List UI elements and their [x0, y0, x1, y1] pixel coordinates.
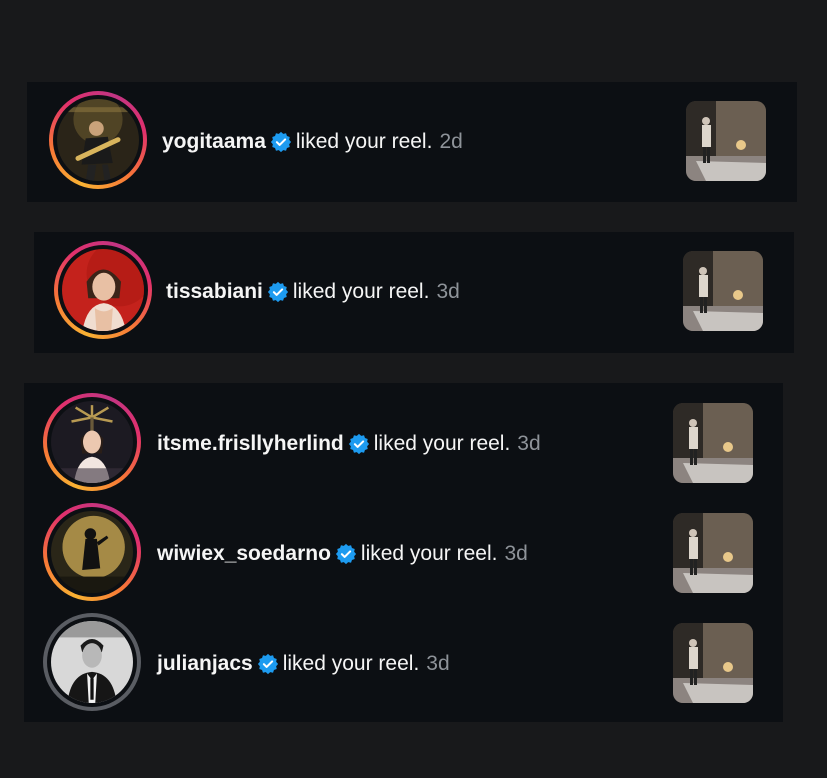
username-link[interactable]: wiwiex_soedarno [157, 540, 331, 568]
notification-row[interactable]: itsme.frisllyherlind liked your reel. 3d [24, 389, 783, 499]
reel-thumbnail[interactable] [686, 101, 766, 181]
timestamp: 2d [439, 130, 463, 153]
username-link[interactable]: tissabiani [166, 278, 263, 306]
action-text: liked your reel. [282, 652, 420, 675]
notification-text: yogitaama liked your reel. 2d [162, 128, 463, 156]
notification-row[interactable]: wiwiex_soedarno liked your reel. 3d [24, 499, 783, 609]
verified-badge-icon [348, 433, 370, 455]
username-link[interactable]: yogitaama [162, 128, 266, 156]
username-link[interactable]: itsme.frisllyherlind [157, 430, 344, 458]
verified-badge-icon [267, 281, 289, 303]
action-text: liked your reel. [373, 432, 511, 455]
notification-text: itsme.frisllyherlind liked your reel. 3d [157, 430, 541, 458]
story-avatar[interactable] [43, 393, 141, 491]
action-text: liked your reel. [292, 280, 430, 303]
action-text: liked your reel. [360, 542, 498, 565]
reel-thumbnail[interactable] [673, 403, 753, 483]
action-text: liked your reel. [295, 130, 433, 153]
story-avatar[interactable] [54, 241, 152, 339]
notification-card-1: yogitaama liked your reel. 2d [27, 82, 797, 202]
avatar-woman-palm [51, 401, 133, 483]
notification-text: wiwiex_soedarno liked your reel. 3d [157, 540, 528, 568]
reel-thumbnail[interactable] [673, 513, 753, 593]
notification-text: tissabiani liked your reel. 3d [166, 278, 460, 306]
verified-badge-icon [335, 543, 357, 565]
notification-text: julianjacs liked your reel. 3d [157, 650, 450, 678]
story-avatar[interactable] [43, 503, 141, 601]
reel-thumbnail[interactable] [673, 623, 753, 703]
verified-badge-icon [257, 653, 279, 675]
avatar-moon-silhouette [51, 511, 133, 593]
verified-badge-icon [270, 131, 292, 153]
story-avatar[interactable] [49, 91, 147, 189]
notification-card-2: tissabiani liked your reel. 3d [34, 232, 794, 353]
timestamp: 3d [426, 652, 450, 675]
avatar-guitarist [57, 99, 139, 181]
timestamp: 3d [504, 542, 528, 565]
notification-card-3: itsme.frisllyherlind liked your reel. 3d [24, 383, 783, 722]
avatar-man-suit [51, 621, 133, 703]
notification-row[interactable]: julianjacs liked your reel. 3d [24, 609, 783, 719]
story-avatar[interactable] [43, 613, 141, 711]
username-link[interactable]: julianjacs [157, 650, 253, 678]
timestamp: 3d [517, 432, 541, 455]
timestamp: 3d [436, 280, 460, 303]
avatar-woman-red [62, 249, 144, 331]
reel-thumbnail[interactable] [683, 251, 763, 331]
notification-row[interactable]: yogitaama liked your reel. 2d [27, 87, 797, 197]
notification-row[interactable]: tissabiani liked your reel. 3d [34, 237, 794, 347]
